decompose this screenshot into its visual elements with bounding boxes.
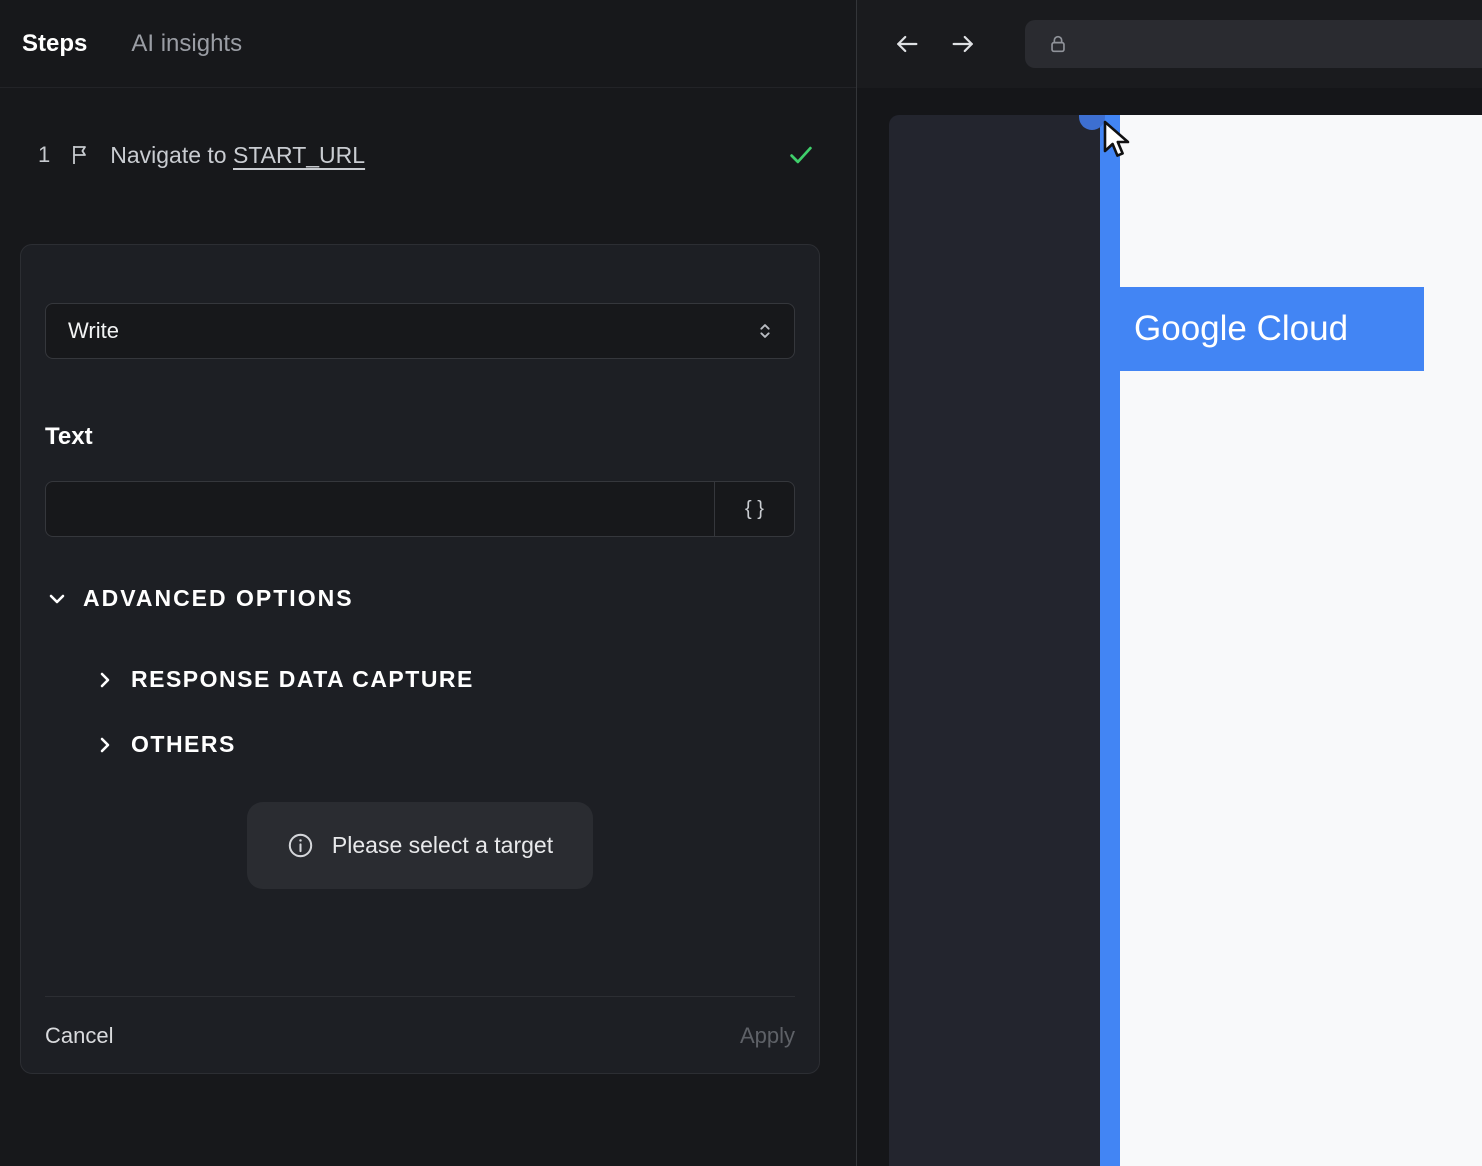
action-type-value: Write bbox=[68, 318, 119, 343]
address-bar[interactable] bbox=[1025, 20, 1482, 68]
action-type-select[interactable]: Write bbox=[45, 303, 795, 359]
selected-element-highlight[interactable]: Google Cloud bbox=[1116, 287, 1424, 371]
advanced-options-label: ADVANCED OPTIONS bbox=[83, 585, 354, 611]
text-input-group: { } bbox=[45, 481, 795, 537]
cancel-button[interactable]: Cancel bbox=[45, 1023, 113, 1049]
select-chevrons-icon bbox=[754, 320, 776, 342]
chevron-right-icon bbox=[93, 733, 117, 757]
app-window: Steps AI insights 1 Navigate to START_UR… bbox=[0, 0, 1482, 1166]
forward-button[interactable] bbox=[949, 30, 977, 58]
start-url-link[interactable]: START_URL bbox=[233, 142, 365, 168]
editor-footer: Cancel Apply bbox=[45, 996, 795, 1049]
info-icon bbox=[287, 832, 314, 859]
page-content-region[interactable] bbox=[1120, 115, 1482, 1166]
advanced-options-toggle[interactable]: ADVANCED OPTIONS bbox=[45, 585, 795, 612]
mouse-cursor-icon bbox=[1103, 120, 1130, 157]
back-button[interactable] bbox=[893, 30, 921, 58]
step-row[interactable]: 1 Navigate to START_URL bbox=[0, 140, 856, 170]
step-success-check-icon bbox=[786, 140, 816, 170]
browser-toolbar bbox=[857, 0, 1482, 88]
browser-panel: Google Cloud bbox=[857, 0, 1482, 1166]
step-title-text: Navigate to bbox=[110, 141, 227, 168]
page-sidebar-region[interactable] bbox=[889, 115, 1100, 1166]
step-index: 1 bbox=[38, 142, 51, 167]
chevron-right-icon bbox=[93, 668, 117, 692]
apply-button[interactable]: Apply bbox=[740, 1023, 795, 1049]
others-label: OTHERS bbox=[131, 731, 236, 757]
select-target-notice-text: Please select a target bbox=[331, 832, 554, 858]
selection-highlight-stripe bbox=[1100, 115, 1120, 1166]
response-data-capture-toggle[interactable]: RESPONSE DATA CAPTURE bbox=[93, 666, 795, 693]
tab-ai-insights[interactable]: AI insights bbox=[131, 30, 242, 58]
text-input[interactable] bbox=[46, 482, 714, 536]
flag-icon bbox=[68, 143, 92, 167]
others-toggle[interactable]: OTHERS bbox=[93, 731, 795, 758]
insert-variable-button[interactable]: { } bbox=[714, 482, 794, 536]
step-editor-card: Write Text { } ADVANCED OPTIONS RESPONSE… bbox=[20, 244, 820, 1074]
tab-steps[interactable]: Steps bbox=[22, 30, 87, 58]
step-title: Navigate to START_URL bbox=[110, 142, 365, 169]
browser-viewport: Google Cloud bbox=[857, 88, 1482, 1166]
lock-icon bbox=[1047, 33, 1069, 55]
select-target-notice: Please select a target bbox=[246, 802, 594, 889]
steps-panel: Steps AI insights 1 Navigate to START_UR… bbox=[0, 0, 857, 1166]
response-data-capture-label: RESPONSE DATA CAPTURE bbox=[131, 666, 474, 692]
panel-tabs: Steps AI insights bbox=[0, 0, 856, 88]
text-field-label: Text bbox=[45, 423, 93, 450]
page-preview: Google Cloud bbox=[889, 115, 1482, 1166]
chevron-down-icon bbox=[45, 587, 69, 611]
